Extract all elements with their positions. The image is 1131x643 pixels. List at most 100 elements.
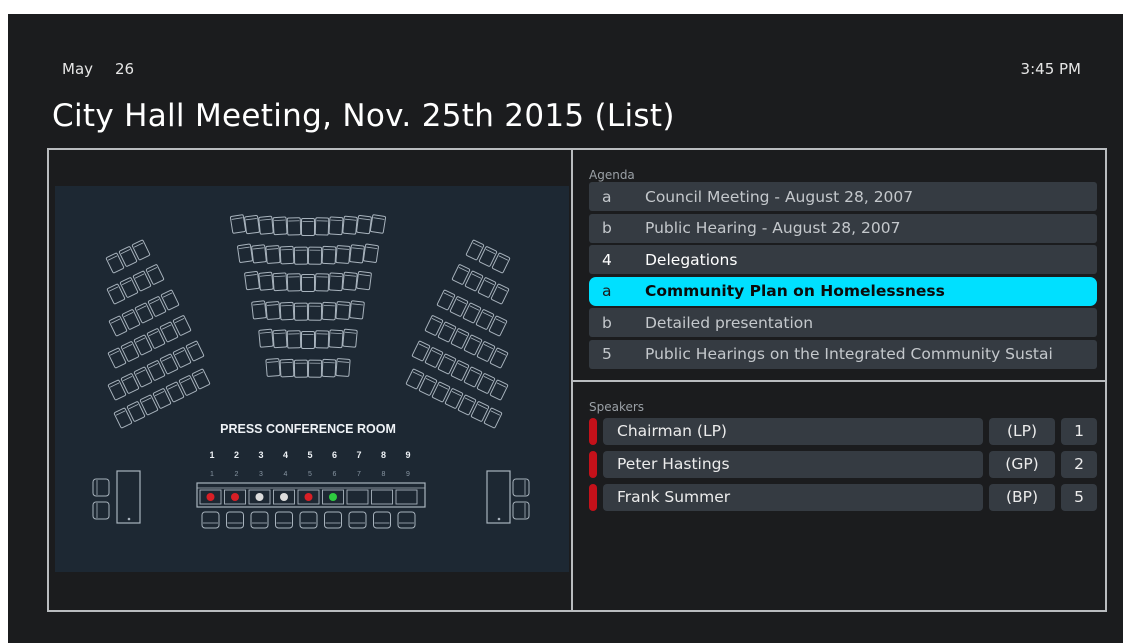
audience-seat (356, 271, 372, 291)
agenda-item[interactable]: b Public Hearing - August 28, 2007 (589, 213, 1097, 243)
speakers-label: Speakers (589, 400, 645, 414)
agenda-item[interactable]: b Detailed presentation (589, 308, 1097, 337)
audience-seat (301, 331, 315, 349)
audience-seat (286, 273, 302, 292)
audience-seat (265, 358, 281, 377)
podium-chair (226, 511, 244, 529)
agenda-item-text: Public Hearings on the Integrated Commun… (645, 345, 1053, 363)
agenda-list: a Council Meeting - August 28, 2007 b Publi… (589, 182, 1097, 371)
speaker-list: Chairman (LP) (LP) 1 Peter Hastings (GP) 2 Fra… (589, 418, 1097, 517)
side-table (116, 470, 141, 524)
audience-seat (293, 359, 309, 378)
audience-seat (335, 301, 351, 320)
date-day: 26 (115, 60, 135, 78)
podium-seat-subnumber: 7 (357, 471, 361, 478)
agenda-item-text: Community Plan on Homelessness (645, 282, 945, 300)
podium-position (346, 489, 369, 505)
audience-seat (349, 300, 365, 320)
speaker-status-indicator (589, 451, 597, 478)
podium-desk (196, 482, 426, 529)
speaker-party: (LP) (989, 418, 1055, 445)
audience-seat (314, 330, 330, 349)
speaker-row[interactable]: Frank Summer (BP) 5 (589, 484, 1097, 511)
podium-chair (201, 511, 220, 529)
audience-seat (314, 217, 330, 236)
date-month: May (62, 60, 94, 78)
podium-seat-subnumber: 2 (235, 471, 239, 478)
audience-seat (307, 246, 323, 265)
audience-seat (258, 271, 274, 291)
audience-seat (286, 330, 302, 349)
side-chair (512, 478, 530, 497)
agenda-item[interactable]: 4 Delegations (589, 245, 1097, 274)
audience-seat (237, 243, 253, 263)
podium-seat-subnumber: 3 (259, 471, 263, 478)
agenda-item-number: a (602, 187, 612, 206)
speaker-party: (GP) (989, 451, 1055, 478)
agenda-item-selected[interactable]: a Community Plan on Homelessness (589, 276, 1097, 306)
podium-seat-number: 1 (209, 450, 214, 460)
floor-plan: PRESS CONFERENCE ROOM 1 2 3 4 5 6 7 8 9 1 2 3 4 5 6 7 8… (55, 186, 569, 572)
audience-seat (314, 273, 330, 292)
podium-seat-number: 5 (307, 450, 312, 460)
podium-seat-number: 3 (258, 450, 263, 460)
audience-seat (369, 214, 387, 234)
podium-seat-number: 7 (356, 450, 361, 460)
audience-seat (301, 218, 315, 236)
podium-seat-number: 4 (283, 450, 288, 460)
microphone-status-dot (255, 493, 264, 501)
podium-seat-number: 8 (381, 450, 386, 460)
podium-seat-subnumber: 1 (210, 471, 214, 478)
audience-seat (328, 329, 344, 349)
speaker-status-indicator (589, 418, 597, 445)
side-table (486, 470, 511, 524)
audience-seat (265, 301, 281, 320)
side-chair (92, 501, 110, 520)
speaker-status-indicator (589, 484, 597, 511)
speaker-name: Frank Summer (603, 484, 983, 511)
microphone-status-dot (280, 493, 288, 501)
podium-seat-subnumber: 8 (382, 471, 386, 478)
audience-seat (251, 300, 267, 320)
speaker-row[interactable]: Chairman (LP) (LP) 1 (589, 418, 1097, 445)
audience-seat (335, 358, 351, 377)
microphone-status-dot (206, 493, 215, 501)
audience-seat (349, 244, 365, 264)
page-title: City Hall Meeting, Nov. 25th 2015 (List) (52, 98, 675, 134)
agenda-item-number: 4 (602, 250, 612, 269)
agenda-item[interactable]: 5 Public Hearings on the Integrated Commu… (589, 339, 1097, 369)
podium-chair (397, 511, 416, 529)
audience-seat (265, 245, 281, 264)
agenda-item-text: Detailed presentation (645, 313, 814, 332)
audience-seat (244, 215, 260, 235)
panel-divider-horizontal (573, 380, 1105, 382)
audience-seating (105, 214, 511, 429)
audience-seat (307, 359, 323, 378)
speaker-party: (BP) (989, 484, 1055, 511)
podium-position (395, 489, 418, 505)
audience-seat (244, 271, 260, 291)
audience-seat (301, 274, 315, 292)
audience-seat (335, 245, 351, 264)
agenda-item-text: Council Meeting - August 28, 2007 (645, 187, 914, 206)
speaker-name: Chairman (LP) (603, 418, 983, 445)
side-chair (512, 501, 530, 520)
floor-plan-drawing: PRESS CONFERENCE ROOM 1 2 3 4 5 6 7 8 9 1 2 3 4 5 6 7 8… (92, 214, 530, 529)
agenda-item-number: b (602, 313, 612, 332)
agenda-item-number: 5 (602, 345, 612, 363)
podium-chair (348, 511, 367, 529)
podium-chair (275, 511, 293, 529)
podium-chair (373, 511, 391, 529)
clock: 3:45 PM (1020, 60, 1081, 78)
speaker-seat-number: 5 (1061, 484, 1097, 511)
podium-seat-subnumbers: 1 2 3 4 5 6 7 8 9 (210, 471, 410, 478)
podium-chair (250, 511, 269, 529)
speaker-row[interactable]: Peter Hastings (GP) 2 (589, 451, 1097, 478)
agenda-item[interactable]: a Council Meeting - August 28, 2007 (589, 182, 1097, 211)
podium-seat-subnumber: 4 (284, 471, 288, 478)
audience-seat (321, 358, 337, 378)
podium-seat-number: 2 (234, 450, 239, 460)
podium-position (371, 489, 393, 505)
main-panel: PRESS CONFERENCE ROOM 1 2 3 4 5 6 7 8 9 1 2 3 4 5 6 7 8… (47, 148, 1107, 612)
audience-seat (328, 216, 344, 236)
